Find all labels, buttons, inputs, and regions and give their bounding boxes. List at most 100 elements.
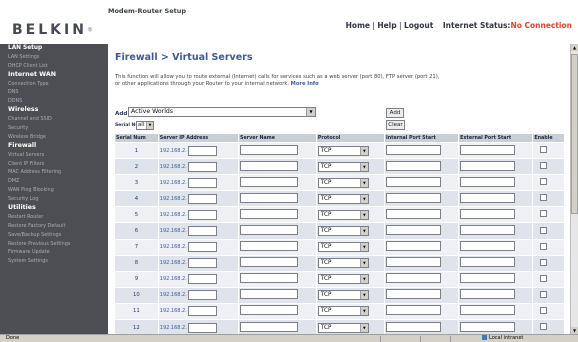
server-name-input[interactable] (240, 160, 299, 171)
server-ip-input[interactable] (187, 226, 217, 237)
enable-checkbox[interactable] (540, 194, 548, 202)
server-name-input[interactable] (240, 144, 299, 155)
sidebar-item-channel-and-ssid[interactable]: Channel and SSID (0, 115, 108, 124)
external-port-input[interactable] (460, 289, 516, 300)
protocol-select[interactable]: TCP ▼ (317, 290, 369, 301)
server-ip-input[interactable] (187, 145, 217, 156)
sidebar-item-system-settings[interactable]: System Settings (0, 257, 108, 266)
internal-port-input[interactable] (385, 273, 441, 284)
enable-checkbox[interactable] (540, 146, 548, 154)
external-port-input[interactable] (460, 144, 516, 155)
chevron-down-icon[interactable]: ▼ (359, 259, 368, 268)
external-port-input[interactable] (460, 192, 516, 203)
enable-checkbox[interactable] (540, 274, 548, 282)
external-port-input[interactable] (460, 160, 516, 171)
logout-link[interactable]: Logout (404, 21, 433, 30)
protocol-select[interactable]: TCP ▼ (317, 306, 369, 317)
server-ip-input[interactable] (187, 274, 217, 285)
scroll-up-icon[interactable]: ▲ (571, 44, 578, 51)
sidebar-item-restart-router[interactable]: Restart Router (0, 213, 108, 222)
server-name-input[interactable] (240, 192, 299, 203)
internal-port-input[interactable] (385, 144, 441, 155)
server-name-input[interactable] (240, 305, 299, 316)
chevron-down-icon[interactable]: ▼ (359, 323, 368, 332)
protocol-select[interactable]: TCP ▼ (317, 242, 369, 253)
sidebar-item-security-log[interactable]: Security Log (0, 195, 108, 204)
serial-num-select[interactable]: all ▼ (136, 121, 154, 130)
chevron-down-icon[interactable]: ▼ (359, 146, 368, 155)
internal-port-input[interactable] (385, 257, 441, 268)
protocol-select[interactable]: TCP ▼ (317, 322, 369, 333)
chevron-down-icon[interactable]: ▼ (359, 275, 368, 284)
sidebar-item-restore-factory-default[interactable]: Restore Factory Default (0, 222, 108, 231)
vertical-scrollbar[interactable]: ▲ ▼ (570, 44, 578, 334)
server-ip-input[interactable] (187, 161, 217, 172)
protocol-select[interactable]: TCP ▼ (317, 177, 369, 188)
chevron-down-icon[interactable]: ▼ (146, 122, 153, 129)
external-port-input[interactable] (460, 273, 516, 284)
internal-port-input[interactable] (385, 160, 441, 171)
chevron-down-icon[interactable]: ▼ (359, 194, 368, 203)
chevron-down-icon[interactable]: ▼ (359, 162, 368, 171)
external-port-input[interactable] (460, 225, 516, 236)
external-port-input[interactable] (460, 257, 516, 268)
server-name-input[interactable] (240, 321, 299, 332)
protocol-select[interactable]: TCP ▼ (317, 193, 369, 204)
internal-port-input[interactable] (385, 289, 441, 300)
server-name-input[interactable] (240, 208, 299, 219)
sidebar-item-connection-type[interactable]: Connection Type (0, 80, 108, 89)
server-ip-input[interactable] (187, 177, 217, 188)
server-name-input[interactable] (240, 289, 299, 300)
sidebar-item-restore-previous-settings[interactable]: Restore Previous Settings (0, 240, 108, 249)
help-link[interactable]: Help (377, 21, 396, 30)
chevron-down-icon[interactable]: ▼ (359, 243, 368, 252)
home-link[interactable]: Home (346, 21, 370, 30)
sidebar-item-security[interactable]: Security (0, 124, 108, 133)
chevron-down-icon[interactable]: ▼ (359, 227, 368, 236)
internal-port-input[interactable] (385, 321, 441, 332)
application-select[interactable]: Active Worlds ▼ (128, 107, 316, 117)
sidebar-item-dhcp-client-list[interactable]: DHCP Client List (0, 62, 108, 71)
sidebar-item-wan-ping-blocking[interactable]: WAN Ping Blocking (0, 186, 108, 195)
protocol-select[interactable]: TCP ▼ (317, 274, 369, 285)
sidebar-item-ddns[interactable]: DDNS (0, 97, 108, 106)
protocol-select[interactable]: TCP ▼ (317, 226, 369, 237)
enable-checkbox[interactable] (540, 306, 548, 314)
external-port-input[interactable] (460, 305, 516, 316)
more-info-link[interactable]: More Info (291, 81, 319, 87)
server-name-input[interactable] (240, 225, 299, 236)
server-ip-input[interactable] (187, 258, 217, 269)
server-ip-input[interactable] (187, 322, 217, 333)
external-port-input[interactable] (460, 241, 516, 252)
sidebar-item-lan-settings[interactable]: LAN Settings (0, 53, 108, 62)
protocol-select[interactable]: TCP ▼ (317, 258, 369, 269)
enable-checkbox[interactable] (540, 178, 548, 186)
server-ip-input[interactable] (187, 242, 217, 253)
chevron-down-icon[interactable]: ▼ (359, 210, 368, 219)
sidebar-item-virtual-servers[interactable]: Virtual Servers (0, 151, 108, 160)
protocol-select[interactable]: TCP ▼ (317, 145, 369, 156)
enable-checkbox[interactable] (540, 242, 548, 250)
server-name-input[interactable] (240, 257, 299, 268)
server-ip-input[interactable] (187, 306, 217, 317)
external-port-input[interactable] (460, 321, 516, 332)
protocol-select[interactable]: TCP ▼ (317, 209, 369, 220)
sidebar-item-firmware-update[interactable]: Firmware Update (0, 248, 108, 257)
chevron-down-icon[interactable]: ▼ (359, 178, 368, 187)
server-name-input[interactable] (240, 176, 299, 187)
external-port-input[interactable] (460, 176, 516, 187)
scroll-down-icon[interactable]: ▼ (571, 327, 578, 334)
internal-port-input[interactable] (385, 192, 441, 203)
chevron-down-icon[interactable]: ▼ (359, 291, 368, 300)
clear-button[interactable]: Clear (386, 120, 405, 130)
external-port-input[interactable] (460, 208, 516, 219)
enable-checkbox[interactable] (540, 210, 548, 218)
enable-checkbox[interactable] (540, 226, 548, 234)
internal-port-input[interactable] (385, 241, 441, 252)
scrollbar-thumb[interactable] (571, 54, 578, 214)
server-name-input[interactable] (240, 273, 299, 284)
server-ip-input[interactable] (187, 209, 217, 220)
chevron-down-icon[interactable]: ▼ (306, 108, 315, 116)
enable-checkbox[interactable] (540, 258, 548, 266)
sidebar-item-dmz[interactable]: DMZ (0, 177, 108, 186)
